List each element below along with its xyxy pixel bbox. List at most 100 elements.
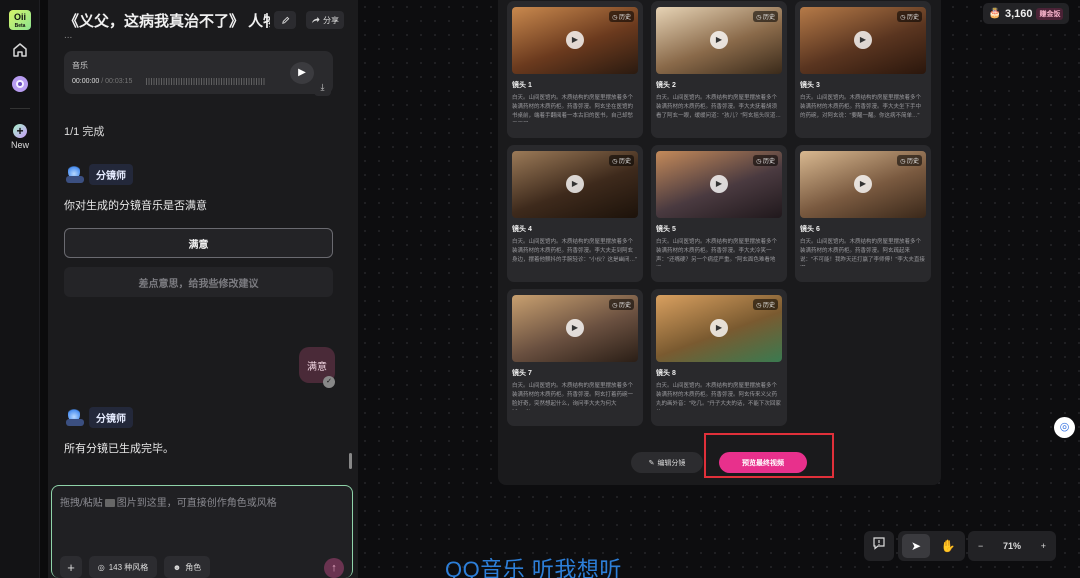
- send-button[interactable]: ↑: [324, 558, 344, 578]
- storyboard-shot-card[interactable]: ◷ 历史 ▶ 镜头 7 白天。山间医馆内。木质结构的房屋里摆放着多个装满药材的木质药柜…: [507, 289, 643, 426]
- assistant-float-icon[interactable]: ◎: [1054, 417, 1075, 438]
- agent-name: 分镜师: [89, 163, 133, 185]
- storyboard-shot-card[interactable]: ◷ 历史 ▶ 镜头 3 白天。山间医馆内。木质结构的房屋里摆放着多个装满药材的木质药柜…: [795, 1, 931, 138]
- shot-description: 白天。山间医馆内。木质结构的房屋里摆放着多个装满药材的木质药柜。药香弥漫。李大夫…: [512, 239, 637, 263]
- agent-question: 你对生成的分镜音乐是否满意: [64, 200, 207, 212]
- face-icon: ☻: [172, 562, 182, 572]
- storyboard-shot-card[interactable]: ◷ 历史 ▶ 镜头 4 白天。山间医馆内。木质结构的房屋里摆放着多个装满药材的木质药柜…: [507, 145, 643, 282]
- highlight-annotation: [704, 433, 834, 478]
- shot-description: 白天。山间医馆内。木质结构的房屋里摆放着多个装满药材的木质药柜。药香弥漫。阿玄打…: [512, 383, 634, 407]
- watermark-text: QQ音乐 听我想听: [445, 557, 622, 578]
- shot-description: 白天。山间医馆内。木质结构的房屋里摆放着多个装满药材的木质药柜。药香弥漫。李大夫…: [656, 95, 781, 119]
- play-icon[interactable]: ▶: [566, 175, 584, 193]
- hand-tool-icon[interactable]: ✋: [934, 534, 962, 558]
- history-badge[interactable]: ◷ 历史: [897, 11, 922, 22]
- shot-description: 白天。山间医馆内。木质结构的房屋里摆放着多个装满药材的木质药柜。药香弥漫。李大夫…: [800, 95, 922, 119]
- share-icon: [311, 16, 320, 23]
- download-icon[interactable]: ⤓: [314, 79, 331, 96]
- shot-thumbnail[interactable]: ◷ 历史 ▶: [512, 295, 638, 362]
- attach-button[interactable]: +: [60, 556, 82, 578]
- edit-title-button[interactable]: [274, 11, 296, 29]
- new-project-button[interactable]: + New: [4, 124, 36, 150]
- play-icon[interactable]: ▶: [710, 175, 728, 193]
- history-badge[interactable]: ◷ 历史: [897, 155, 922, 166]
- styles-button[interactable]: ◎ 143 种风格: [89, 556, 157, 578]
- waveform[interactable]: [146, 78, 266, 85]
- share-label: 分享: [323, 15, 339, 25]
- history-badge[interactable]: ◷ 历史: [753, 11, 778, 22]
- history-badge[interactable]: ◷ 历史: [609, 155, 634, 166]
- image-icon: [104, 499, 115, 508]
- play-icon[interactable]: ▶: [710, 31, 728, 49]
- shot-description: 白天。山间医馆内。木质结构的房屋里摆放着多个装满药材的木质药柜。药香弥漫。李大夫…: [656, 239, 778, 263]
- plus-icon: +: [13, 124, 27, 138]
- storyboard-shot-card[interactable]: ◷ 历史 ▶ 镜头 1 白天。山间医馆内。木质结构的房屋里摆放着多个装满药材的木质药柜…: [507, 1, 643, 138]
- zoom-control: − 71% +: [968, 531, 1056, 561]
- history-badge[interactable]: ◷ 历史: [753, 299, 778, 310]
- play-icon[interactable]: ▶: [566, 31, 584, 49]
- music-player: 音乐 00:00:00 / 00:03:15 ▶: [64, 51, 333, 94]
- shot-title: 镜头 7: [512, 370, 532, 377]
- satisfied-option-button[interactable]: 满意: [64, 228, 333, 258]
- edit-storyboard-button[interactable]: ✎ 编辑分镜: [631, 452, 703, 473]
- shot-title: 镜头 1: [512, 82, 532, 89]
- credits-display[interactable]: 🎂 3,160 赚金饭: [983, 3, 1069, 24]
- shot-thumbnail[interactable]: ◷ 历史 ▶: [512, 151, 638, 218]
- progress-status: 1/1 完成: [64, 126, 105, 138]
- select-tool-icon[interactable]: ➤: [902, 534, 930, 558]
- storyboard-shot-card[interactable]: ◷ 历史 ▶ 镜头 5 白天。山间医馆内。木质结构的房屋里摆放着多个装满药材的木质药柜…: [651, 145, 787, 282]
- left-rail: Oii Beta + New: [0, 0, 40, 578]
- canvas-tools: ➤ ✋: [898, 531, 965, 561]
- history-badge[interactable]: ◷ 历史: [609, 11, 634, 22]
- music-label: 音乐: [72, 61, 88, 70]
- shot-thumbnail[interactable]: ◷ 历史 ▶: [656, 151, 782, 218]
- shot-title: 镜头 8: [656, 370, 676, 377]
- music-time: 00:00:00 / 00:03:15: [72, 78, 133, 85]
- shot-thumbnail[interactable]: ◷ 历史 ▶: [656, 295, 782, 362]
- app-logo[interactable]: Oii Beta: [9, 10, 31, 30]
- agent-name: 分镜师: [89, 406, 133, 428]
- credits-amount: 3,160: [1004, 7, 1033, 20]
- play-icon[interactable]: ▶: [710, 319, 728, 337]
- play-icon[interactable]: ▶: [854, 31, 872, 49]
- pencil-icon: [281, 16, 289, 24]
- shot-title: 镜头 4: [512, 226, 532, 233]
- shot-title: 镜头 6: [800, 226, 820, 233]
- shot-thumbnail[interactable]: ◷ 历史 ▶: [656, 7, 782, 74]
- shot-title: 镜头 5: [656, 226, 676, 233]
- project-avatar-icon[interactable]: [11, 75, 29, 93]
- storyboard-shot-card[interactable]: ◷ 历史 ▶ 镜头 2 白天。山间医馆内。木质结构的房屋里摆放着多个装满药材的木质药柜…: [651, 1, 787, 138]
- feedback-icon: [873, 537, 885, 550]
- pencil-icon: ✎: [648, 459, 655, 467]
- palette-icon: ◎: [97, 562, 105, 572]
- storyboard-agent-icon: [64, 162, 86, 186]
- zoom-level: 71%: [1002, 541, 1021, 551]
- play-icon[interactable]: ▶: [854, 175, 872, 193]
- history-badge[interactable]: ◷ 历史: [753, 155, 778, 166]
- shot-title: 镜头 3: [800, 82, 820, 89]
- play-icon[interactable]: ▶: [566, 319, 584, 337]
- shot-description: 白天。山间医馆内。木质结构的房屋里摆放着多个装满药材的木质药柜。药香弥漫。阿玄坐…: [512, 95, 634, 119]
- truncated-message: ...: [64, 30, 73, 41]
- share-button[interactable]: 分享: [306, 11, 344, 29]
- shot-thumbnail[interactable]: ◷ 历史 ▶: [800, 7, 926, 74]
- storyboard-agent-icon: [64, 405, 86, 429]
- home-icon[interactable]: [11, 41, 29, 59]
- play-button[interactable]: ▶: [290, 62, 314, 84]
- message-composer[interactable]: 拖拽/粘贴 图片到这里，可直接创作角色或风格 + ◎ 143 种风格 ☻ 角色 ↑: [51, 485, 353, 578]
- zoom-in-button[interactable]: +: [1041, 541, 1046, 551]
- earn-badge[interactable]: 赚金饭: [1036, 7, 1064, 20]
- history-badge[interactable]: ◷ 历史: [609, 299, 634, 310]
- chat-scrollbar[interactable]: [349, 453, 352, 469]
- feedback-button[interactable]: [864, 531, 894, 561]
- composer-placeholder: 拖拽/粘贴 图片到这里，可直接创作角色或风格: [60, 498, 277, 509]
- storyboard-shot-card[interactable]: ◷ 历史 ▶ 镜头 8 白天。山间医馆内。木质结构的房屋里摆放着多个装满药材的木质药柜…: [651, 289, 787, 426]
- suggest-changes-option-button[interactable]: 差点意思，给我些修改建议: [64, 267, 333, 297]
- zoom-out-button[interactable]: −: [978, 541, 983, 551]
- shot-thumbnail[interactable]: ◷ 历史 ▶: [512, 7, 638, 74]
- storyboard-shot-card[interactable]: ◷ 历史 ▶ 镜头 6 白天。山间医馆内。木质结构的房屋里摆放着多个装满药材的木质药柜…: [795, 145, 931, 282]
- agent-done-message: 所有分镜已生成完毕。: [64, 443, 174, 455]
- shot-thumbnail[interactable]: ◷ 历史 ▶: [800, 151, 926, 218]
- shot-description: 白天。山间医馆内。木质结构的房屋里摆放着多个装满药材的木质药柜。药香弥漫。阿玄疏…: [800, 239, 925, 263]
- role-button[interactable]: ☻ 角色: [164, 556, 210, 578]
